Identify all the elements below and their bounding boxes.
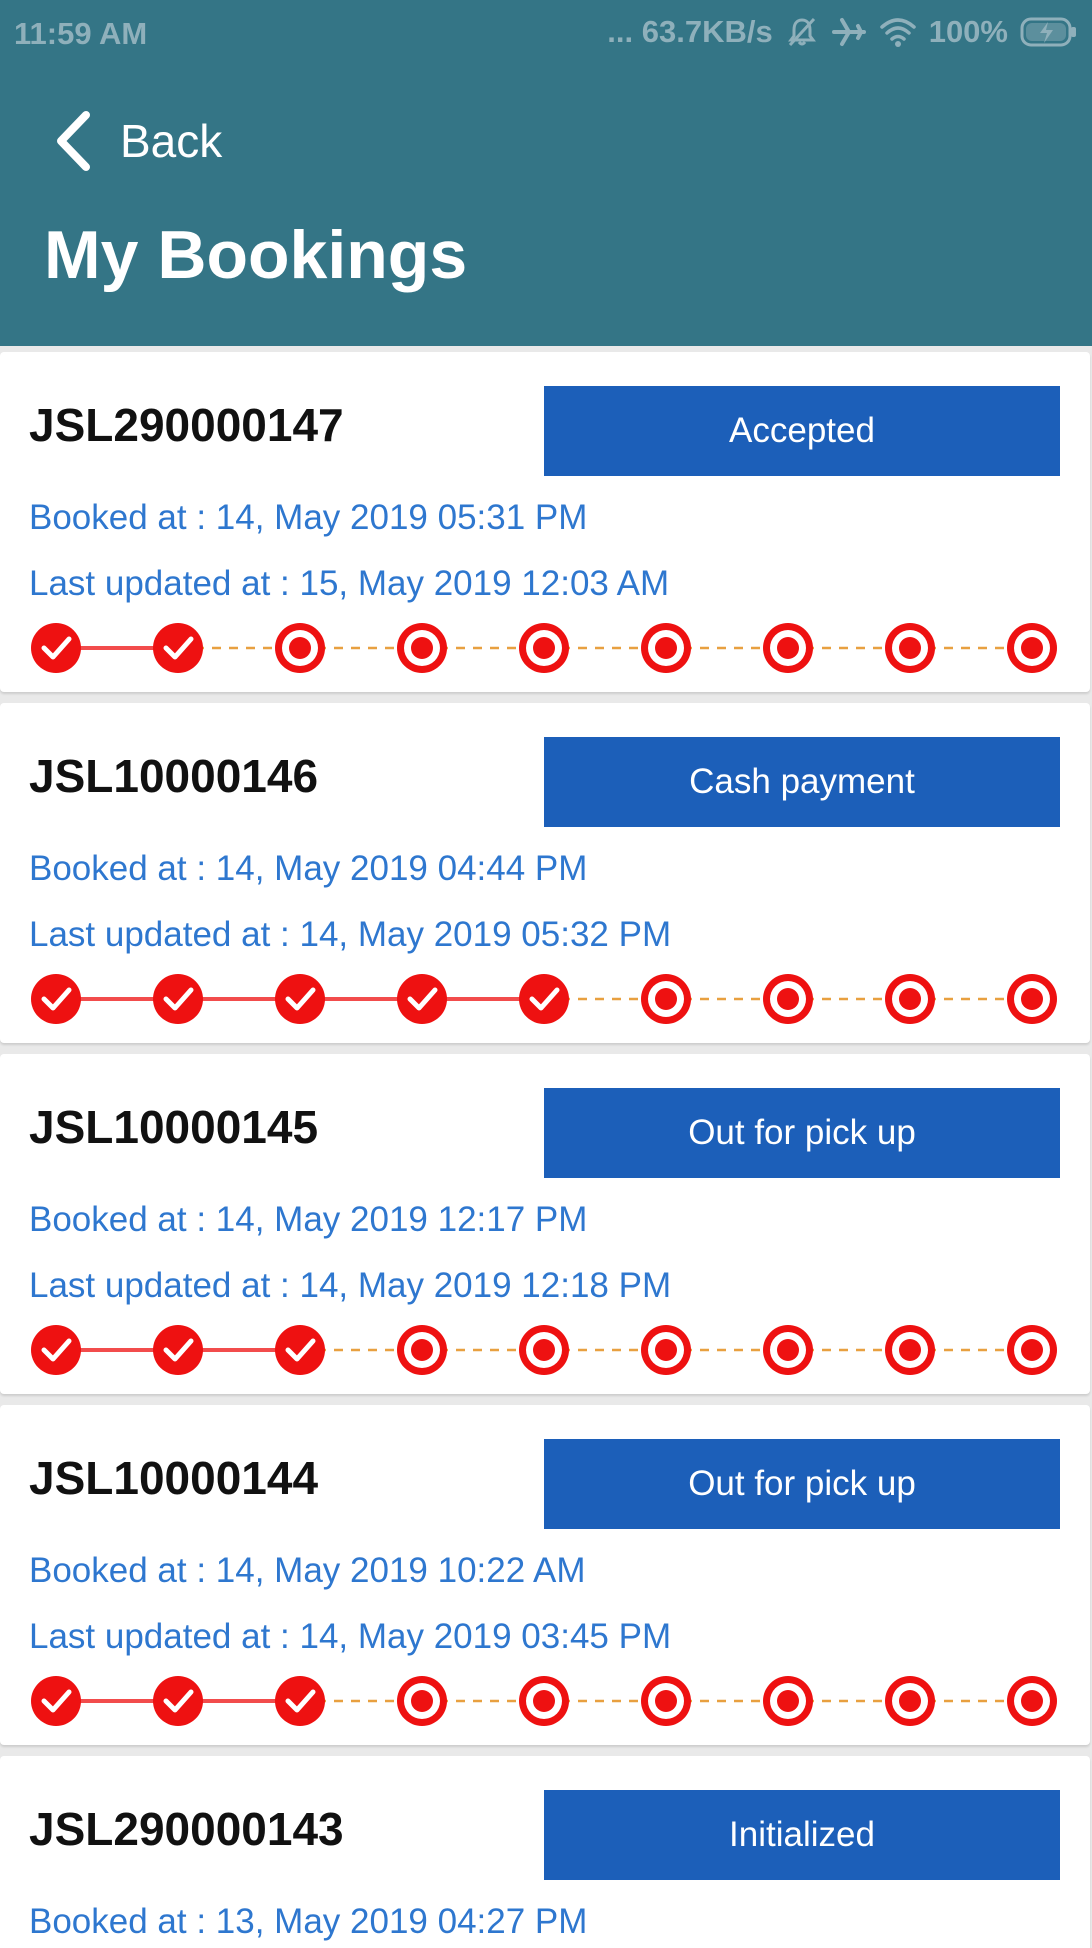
booking-card[interactable]: JSL290000147 Accepted Booked at : 14, Ma… xyxy=(0,352,1090,692)
step-completed-check-icon xyxy=(397,974,447,1024)
step-pending-target-icon xyxy=(519,1325,569,1375)
step-pending-target-icon xyxy=(763,623,813,673)
step-pending-target-icon xyxy=(1007,1325,1057,1375)
booking-card[interactable]: JSL10000146 Cash payment Booked at : 14,… xyxy=(0,703,1090,1043)
mute-icon xyxy=(785,15,819,49)
step-pending-target-icon xyxy=(885,623,935,673)
step-completed-check-icon xyxy=(519,974,569,1024)
progress-tracker xyxy=(31,1325,1057,1375)
step-pending-target-icon xyxy=(763,1676,813,1726)
step-pending-target-icon xyxy=(641,1325,691,1375)
step-completed-check-icon xyxy=(275,1325,325,1375)
step-pending-target-icon xyxy=(519,1676,569,1726)
step-pending-target-icon xyxy=(1007,1676,1057,1726)
step-completed-check-icon xyxy=(153,1325,203,1375)
status-button[interactable]: Initialized xyxy=(544,1790,1060,1880)
progress-tracker xyxy=(31,1676,1057,1726)
step-pending-target-icon xyxy=(885,1676,935,1726)
wifi-icon xyxy=(879,16,917,48)
step-pending-target-icon xyxy=(519,623,569,673)
step-pending-target-icon xyxy=(397,1325,447,1375)
status-time: 11:59 AM xyxy=(14,16,148,51)
step-pending-target-icon xyxy=(397,1676,447,1726)
step-pending-target-icon xyxy=(641,1676,691,1726)
last-updated-at: Last updated at : 14, May 2019 05:32 PM xyxy=(29,915,672,954)
booked-at: Booked at : 14, May 2019 12:17 PM xyxy=(29,1200,588,1239)
booking-id: JSL290000147 xyxy=(29,399,344,451)
last-updated-at: Last updated at : 14, May 2019 03:45 PM xyxy=(29,1617,672,1656)
battery-charging-icon xyxy=(1020,16,1078,48)
step-pending-target-icon xyxy=(641,623,691,673)
step-pending-target-icon xyxy=(885,1325,935,1375)
booked-at: Booked at : 14, May 2019 10:22 AM xyxy=(29,1551,586,1590)
step-completed-check-icon xyxy=(31,1676,81,1726)
booking-card[interactable]: JSL10000145 Out for pick up Booked at : … xyxy=(0,1054,1090,1394)
status-button[interactable]: Cash payment xyxy=(544,737,1060,827)
battery-level: 100% xyxy=(928,14,1008,49)
step-pending-target-icon xyxy=(885,974,935,1024)
page-title: My Bookings xyxy=(44,217,468,293)
last-updated-at: Last updated at : 14, May 2019 12:18 PM xyxy=(29,1266,672,1305)
booking-id: JSL10000145 xyxy=(29,1101,319,1153)
step-completed-check-icon xyxy=(153,974,203,1024)
back-label: Back xyxy=(120,115,223,167)
last-updated-at: Last updated at : 15, May 2019 12:03 AM xyxy=(29,564,670,603)
progress-tracker xyxy=(31,974,1057,1024)
step-pending-target-icon xyxy=(397,623,447,673)
status-button[interactable]: Accepted xyxy=(544,386,1060,476)
step-completed-check-icon xyxy=(275,974,325,1024)
network-speed: ... 63.7KB/s xyxy=(607,14,773,49)
step-pending-target-icon xyxy=(763,974,813,1024)
status-indicators: ... 63.7KB/s 100% xyxy=(607,14,1078,50)
progress-tracker xyxy=(31,623,1057,673)
status-button[interactable]: Out for pick up xyxy=(544,1088,1060,1178)
step-pending-target-icon xyxy=(763,1325,813,1375)
chevron-left-icon xyxy=(57,111,90,171)
booked-at: Booked at : 13, May 2019 04:27 PM xyxy=(29,1902,588,1941)
step-completed-check-icon xyxy=(31,1325,81,1375)
booked-at: Booked at : 14, May 2019 04:44 PM xyxy=(29,849,588,888)
step-pending-target-icon xyxy=(641,974,691,1024)
airplane-icon xyxy=(831,15,867,49)
booking-card[interactable]: JSL10000144 Out for pick up Booked at : … xyxy=(0,1405,1090,1745)
step-pending-target-icon xyxy=(1007,623,1057,673)
step-completed-check-icon xyxy=(275,1676,325,1726)
step-completed-check-icon xyxy=(153,623,203,673)
status-button[interactable]: Out for pick up xyxy=(544,1439,1060,1529)
status-bar: 11:59 AM ... 63.7KB/s 100% xyxy=(0,0,1092,66)
step-pending-target-icon xyxy=(1007,974,1057,1024)
step-completed-check-icon xyxy=(153,1676,203,1726)
booking-card[interactable]: JSL290000143 Initialized Booked at : 13,… xyxy=(0,1756,1090,1948)
booking-id: JSL10000144 xyxy=(29,1452,319,1504)
step-pending-target-icon xyxy=(275,623,325,673)
step-completed-check-icon xyxy=(31,974,81,1024)
back-button[interactable]: Back xyxy=(52,110,222,172)
booking-id: JSL10000146 xyxy=(29,750,319,802)
booked-at: Booked at : 14, May 2019 05:31 PM xyxy=(29,498,588,537)
step-completed-check-icon xyxy=(31,623,81,673)
booking-id: JSL290000143 xyxy=(29,1803,344,1855)
app-header: 11:59 AM ... 63.7KB/s 100% Back My Booki… xyxy=(0,0,1092,346)
